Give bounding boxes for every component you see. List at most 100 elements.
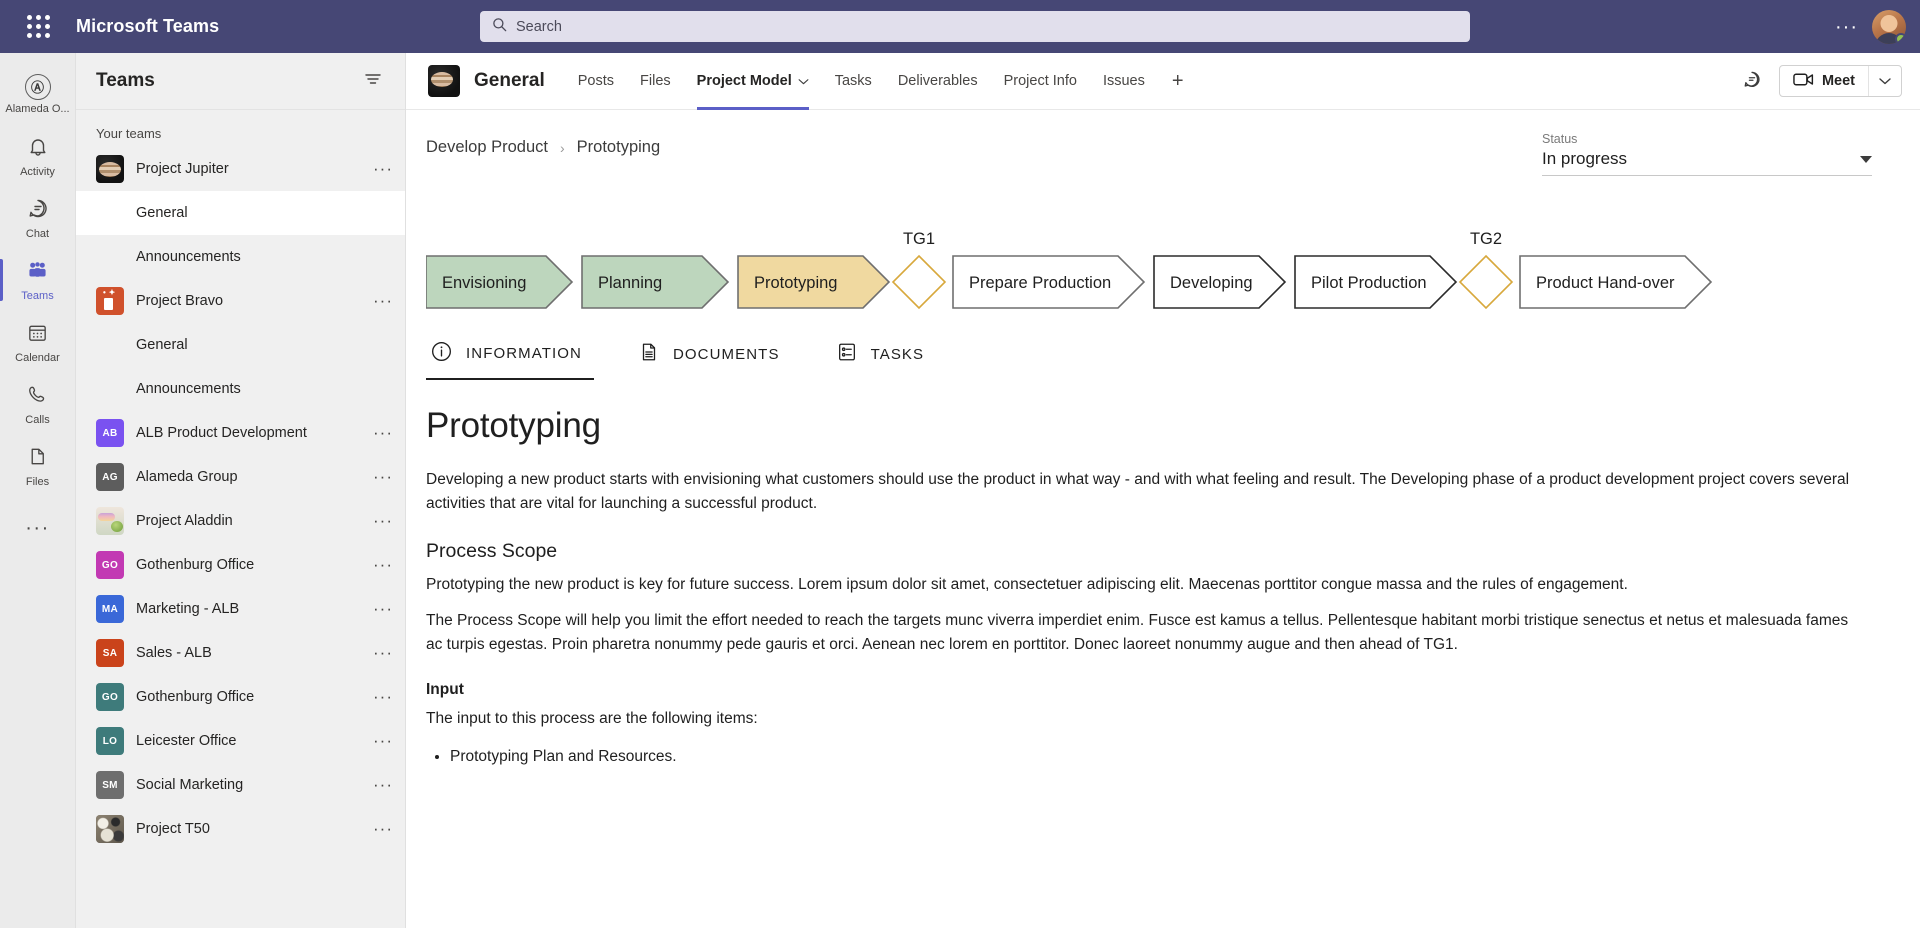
team-row[interactable]: Project Aladdin ··· [76, 499, 405, 543]
input-bullet-list: Prototyping Plan and Resources. [450, 745, 1866, 769]
tab-information[interactable]: INFORMATION [426, 330, 594, 380]
tab-project-info[interactable]: Project Info [991, 53, 1090, 110]
rail-item-label: Calendar [15, 351, 60, 364]
process-stage-label: Pilot Production [1311, 274, 1427, 292]
sidebar-item-activity[interactable]: Activity [0, 125, 76, 187]
channel-name: General [136, 337, 188, 353]
ellipsis-icon[interactable]: ··· [1835, 17, 1858, 37]
breadcrumb-separator: › [560, 139, 565, 156]
tab-label: DOCUMENTS [672, 345, 780, 363]
tab-deliverables[interactable]: Deliverables [885, 53, 991, 110]
bell-icon [26, 134, 50, 163]
team-row[interactable]: Project Jupiter ··· [76, 147, 405, 191]
channel-row[interactable]: Announcements [76, 235, 405, 279]
channel-tabs[interactable]: Posts Files Project Model Tasks Deliverables… [565, 53, 1158, 110]
channel-row[interactable]: Announcements [76, 367, 405, 411]
team-row[interactable]: LO Leicester Office ··· [76, 719, 405, 763]
sidebar-item-chat[interactable]: Chat [0, 187, 76, 249]
team-name: ALB Product Development [136, 425, 307, 441]
rail-item-label: Alameda O... [5, 102, 70, 115]
tollgate-diamond[interactable] [891, 254, 947, 310]
article-paragraph: The input to this process are the follow… [426, 710, 758, 727]
tollgate-diamond[interactable] [1458, 254, 1514, 310]
team-avatar: GO [96, 683, 124, 711]
app-launcher-icon[interactable] [0, 15, 76, 38]
sidebar-item-org[interactable]: Ⓐ Alameda O... [0, 63, 76, 125]
team-name: Social Marketing [136, 777, 244, 793]
sidebar-item-teams[interactable]: Teams [0, 249, 76, 311]
tab-tasks[interactable]: Tasks [822, 53, 885, 110]
team-row[interactable]: AG Alameda Group ··· [76, 455, 405, 499]
team-avatar [96, 507, 124, 535]
search-input[interactable]: Search [480, 11, 1470, 42]
team-row[interactable]: GO Gothenburg Office ··· [76, 675, 405, 719]
add-tab-button[interactable]: + [1158, 70, 1198, 93]
status-dropdown[interactable]: Status In progress [1542, 132, 1872, 176]
teams-list[interactable]: Your teams Project Jupiter ··· General Anno… [76, 110, 405, 928]
ellipsis-icon[interactable]: ··· [373, 512, 393, 529]
team-row[interactable]: SM Social Marketing ··· [76, 763, 405, 807]
breadcrumb-item-parent[interactable]: Develop Product [426, 138, 548, 157]
tab-tasks[interactable]: TASKS [832, 331, 929, 380]
team-avatar: MA [96, 595, 124, 623]
tab-posts[interactable]: Posts [565, 53, 627, 110]
team-name: Gothenburg Office [136, 557, 255, 573]
ellipsis-icon[interactable]: ··· [373, 600, 393, 617]
calendar-icon [26, 321, 49, 349]
task-list-icon [836, 341, 858, 367]
sidebar-item-calendar[interactable]: Calendar [0, 311, 76, 373]
team-name: Project Jupiter [136, 161, 229, 177]
ellipsis-icon[interactable]: ··· [373, 556, 393, 573]
ellipsis-icon[interactable]: ··· [373, 424, 393, 441]
left-rail: Ⓐ Alameda O... Activity Chat Teams Calen… [0, 53, 76, 928]
chevron-down-icon [798, 73, 809, 89]
breadcrumb-item-current[interactable]: Prototyping [577, 138, 660, 157]
chat-bubble-icon[interactable] [1741, 68, 1763, 95]
process-stage-label: Developing [1170, 274, 1253, 292]
sidebar-item-calls[interactable]: Calls [0, 373, 76, 435]
team-name: Marketing - ALB [136, 601, 240, 617]
team-avatar: AG [96, 463, 124, 491]
team-avatar [96, 815, 124, 843]
process-stage-label: Planning [598, 274, 662, 292]
tab-files[interactable]: Files [627, 53, 684, 110]
tab-documents[interactable]: DOCUMENTS [634, 331, 784, 380]
team-row[interactable]: SA Sales - ALB ··· [76, 631, 405, 675]
sidebar-item-files[interactable]: Files [0, 435, 76, 497]
ellipsis-icon[interactable]: ··· [373, 776, 393, 793]
tab-label: INFORMATION [466, 345, 582, 362]
team-row[interactable]: Project Bravo ··· [76, 279, 405, 323]
tab-project-model[interactable]: Project Model [684, 53, 822, 110]
chevron-down-icon [1879, 72, 1891, 90]
app-title: Microsoft Teams [76, 16, 220, 36]
channel-name: General [136, 205, 188, 221]
ellipsis-icon[interactable]: ··· [373, 820, 393, 837]
ellipsis-icon[interactable]: ··· [373, 644, 393, 661]
sidebar-more-apps[interactable]: ··· [0, 497, 76, 559]
tab-issues[interactable]: Issues [1090, 53, 1158, 110]
ellipsis-icon[interactable]: ··· [373, 732, 393, 749]
meet-dropdown-button[interactable] [1868, 66, 1901, 96]
channel-row[interactable]: General [76, 323, 405, 367]
team-row[interactable]: Project T50 ··· [76, 807, 405, 851]
channel-title: General [474, 70, 545, 91]
user-avatar[interactable] [1872, 9, 1906, 44]
ellipsis-icon[interactable]: ··· [373, 688, 393, 705]
section-tabs[interactable]: INFORMATION DOCUMENTS TASKS [426, 330, 1872, 380]
ellipsis-icon[interactable]: ··· [373, 160, 393, 177]
status-select[interactable]: In progress [1542, 149, 1872, 176]
article-paragraph: Prototyping the new product is key for f… [426, 576, 1628, 593]
team-row[interactable]: GO Gothenburg Office ··· [76, 543, 405, 587]
team-row[interactable]: MA Marketing - ALB ··· [76, 587, 405, 631]
team-row[interactable]: AB ALB Product Development ··· [76, 411, 405, 455]
filter-icon[interactable] [363, 69, 383, 94]
ellipsis-icon: ··· [25, 517, 50, 539]
section-heading-input: Input [426, 681, 464, 698]
ellipsis-icon[interactable]: ··· [373, 292, 393, 309]
meet-button[interactable]: Meet [1778, 65, 1902, 97]
team-name: Project T50 [136, 821, 210, 837]
channel-row[interactable]: General [76, 191, 405, 235]
rail-item-label: Chat [25, 228, 50, 240]
ellipsis-icon[interactable]: ··· [373, 468, 393, 485]
meet-button-main[interactable]: Meet [1780, 66, 1868, 96]
